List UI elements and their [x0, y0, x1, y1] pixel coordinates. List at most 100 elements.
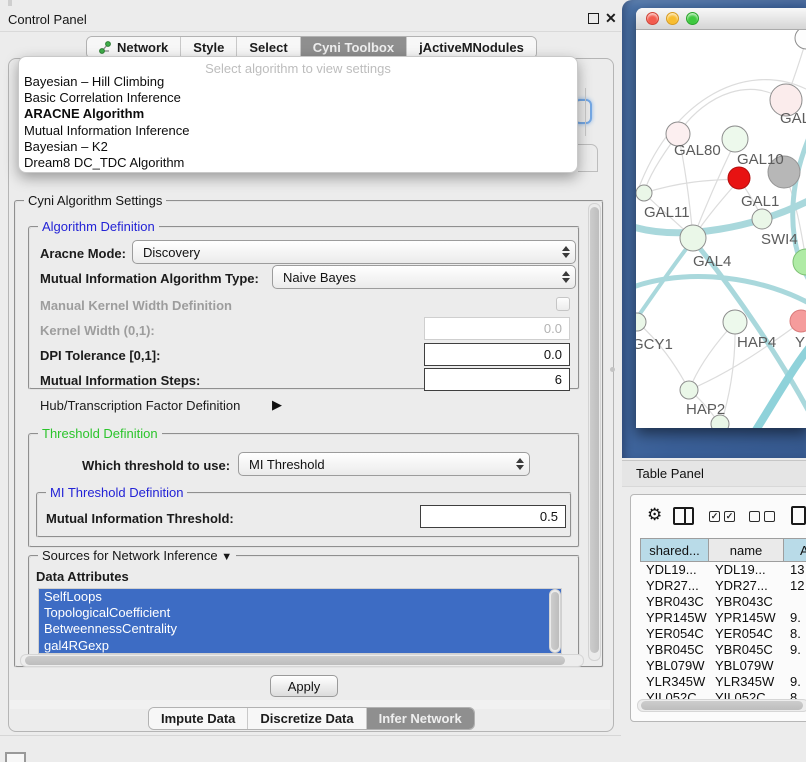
- hidden-panel-edge-fragment: [585, 88, 586, 136]
- mi-threshold-label: Mutual Information Threshold:: [46, 511, 234, 526]
- mi-steps-field[interactable]: 6: [424, 368, 570, 391]
- node-label-swi4: SWI4: [761, 231, 798, 248]
- table-row[interactable]: YBL079WYBL079W: [640, 658, 806, 674]
- attributes-scrollbar[interactable]: [549, 589, 561, 653]
- settings-horizontal-scrollbar[interactable]: [20, 654, 584, 667]
- aracne-mode-value: Discovery: [133, 245, 557, 260]
- tab-jactivemnodules[interactable]: jActiveMNodules: [406, 37, 536, 58]
- dropdown-item-dream8[interactable]: Dream8 DC_TDC Algorithm: [19, 155, 577, 171]
- column-header-shared-name[interactable]: shared...: [640, 538, 709, 562]
- hub-definition-label[interactable]: Hub/Transcription Factor Definition: [40, 398, 240, 413]
- node-gal4: [680, 225, 706, 251]
- application-screen: Control Panel ✕ Network Style Select Cyn…: [0, 0, 806, 762]
- tab-infer-network[interactable]: Infer Network: [366, 708, 474, 729]
- settings-vertical-scrollbar[interactable]: [588, 203, 601, 661]
- close-panel-icon[interactable]: ✕: [605, 13, 617, 24]
- table-row[interactable]: YDR27...YDR27...12: [640, 578, 806, 594]
- node-label-gcy1: GCY1: [636, 336, 673, 353]
- dropdown-item-mutual-information[interactable]: Mutual Information Inference: [19, 123, 577, 139]
- tab-select[interactable]: Select: [236, 37, 299, 58]
- network-window: GAL GAL80 GAL10 GAL1 GAL11 SWI4 GAL4 GCY…: [636, 8, 806, 428]
- split-columns-icon[interactable]: [673, 507, 694, 525]
- dropdown-item-basic-correlation[interactable]: Basic Correlation Inference: [19, 90, 577, 106]
- list-item-gal4rgexp[interactable]: gal4RGexp: [39, 638, 561, 654]
- algorithm-dropdown: Select algorithm to view settings Bayesi…: [18, 56, 578, 173]
- dropdown-item-bayesian-k2[interactable]: Bayesian – K2: [19, 139, 577, 155]
- combo-spinner-icon: [557, 246, 575, 258]
- table-row[interactable]: YLR345WYLR345W9.: [640, 674, 806, 690]
- table-row[interactable]: YDL19...YDL19...13: [640, 562, 806, 578]
- minimized-panel-icon[interactable]: [5, 752, 26, 762]
- float-window-icon[interactable]: [588, 13, 599, 24]
- table-horizontal-scrollbar[interactable]: [637, 699, 806, 712]
- zoom-window-icon[interactable]: [686, 12, 699, 25]
- cyni-bottom-tabs: Impute Data Discretize Data Infer Networ…: [148, 707, 475, 730]
- expand-arrow-icon[interactable]: ▶: [272, 397, 282, 413]
- cyni-algorithm-settings-title: Cyni Algorithm Settings: [24, 193, 166, 208]
- node-label-hap2: HAP2: [686, 401, 725, 418]
- network-canvas[interactable]: GAL GAL80 GAL10 GAL1 GAL11 SWI4 GAL4 GCY…: [636, 30, 806, 428]
- tab-network[interactable]: Network: [87, 37, 180, 58]
- control-panel-top-notch: [8, 0, 12, 6]
- dpi-tolerance-label: DPI Tolerance [0,1]:: [40, 348, 160, 363]
- header-divider: [0, 31, 621, 32]
- list-item-betweennesscentrality[interactable]: BetweennessCentrality: [39, 621, 561, 637]
- tab-impute-data[interactable]: Impute Data: [149, 708, 247, 729]
- panel-splitter-handle[interactable]: [610, 367, 615, 372]
- table-row[interactable]: YBR043CYBR043C: [640, 594, 806, 610]
- data-attributes-label: Data Attributes: [36, 569, 129, 584]
- minimize-window-icon[interactable]: [666, 12, 679, 25]
- table-row[interactable]: YBR045CYBR045C9.: [640, 642, 806, 658]
- manual-kernel-width-checkbox[interactable]: [556, 297, 570, 311]
- mi-algorithm-type-combo[interactable]: Naive Bayes: [272, 265, 576, 289]
- list-item-topologicalcoefficient[interactable]: TopologicalCoefficient: [39, 605, 561, 621]
- dpi-tolerance-field[interactable]: 0.0: [424, 343, 570, 366]
- network-window-frame: GAL GAL80 GAL10 GAL1 GAL11 SWI4 GAL4 GCY…: [622, 0, 806, 458]
- tab-discretize-data[interactable]: Discretize Data: [247, 708, 365, 729]
- select-all-columns-icon[interactable]: ✓ ✓: [709, 511, 735, 522]
- node-label-gal1: GAL1: [741, 193, 779, 210]
- aracne-mode-combo[interactable]: Discovery: [132, 240, 576, 264]
- column-header-name[interactable]: name: [709, 538, 784, 562]
- network-graph: [636, 30, 806, 428]
- apply-button[interactable]: Apply: [270, 675, 338, 697]
- node-label-y-partial: Y: [795, 334, 805, 351]
- node-gal11: [636, 185, 652, 201]
- kernel-width-label: Kernel Width (0,1):: [40, 323, 155, 338]
- mi-threshold-definition-title: MI Threshold Definition: [46, 485, 187, 500]
- table-panel-title: Table Panel: [636, 466, 704, 481]
- node-label-hap4: HAP4: [737, 334, 776, 351]
- list-item-selfloops[interactable]: SelfLoops: [39, 589, 561, 605]
- tab-style[interactable]: Style: [180, 37, 236, 58]
- node-gal1: [752, 209, 772, 229]
- sources-title[interactable]: Sources for Network Inference ▼: [38, 548, 236, 563]
- kernel-width-field[interactable]: 0.0: [424, 317, 570, 340]
- data-attributes-list[interactable]: SelfLoops TopologicalCoefficient Between…: [38, 588, 562, 654]
- table-row[interactable]: YPR145WYPR145W9.: [640, 610, 806, 626]
- export-table-icon[interactable]: [791, 506, 806, 525]
- dropdown-item-bayesian-hill-climbing[interactable]: Bayesian – Hill Climbing: [19, 74, 577, 90]
- close-window-icon[interactable]: [646, 12, 659, 25]
- deselect-all-columns-icon[interactable]: [749, 511, 775, 522]
- node-hap4: [723, 310, 747, 334]
- control-panel: Control Panel ✕ Network Style Select Cyn…: [0, 0, 621, 762]
- which-threshold-label: Which threshold to use:: [82, 458, 230, 473]
- column-header-partial[interactable]: A: [784, 538, 806, 562]
- mi-algorithm-type-label: Mutual Information Algorithm Type:: [40, 271, 259, 286]
- which-threshold-combo[interactable]: MI Threshold: [238, 452, 530, 476]
- mi-threshold-field[interactable]: 0.5: [420, 505, 566, 528]
- tab-cyni-toolbox[interactable]: Cyni Toolbox: [300, 37, 406, 58]
- dropdown-item-aracne[interactable]: ARACNE Algorithm: [19, 106, 577, 122]
- mi-steps-label: Mutual Information Steps:: [40, 373, 200, 388]
- collapse-arrow-icon[interactable]: ▼: [221, 551, 232, 563]
- aracne-mode-label: Aracne Mode:: [40, 246, 126, 261]
- dropdown-prompt: Select algorithm to view settings: [19, 57, 577, 74]
- node-red: [728, 167, 750, 189]
- table-row[interactable]: YER054CYER054C8.: [640, 626, 806, 642]
- combo-spinner-icon: [557, 271, 575, 283]
- combo-spinner-icon: [511, 458, 529, 470]
- node-green-bright: [793, 249, 806, 275]
- gear-icon[interactable]: ⚙: [647, 506, 662, 523]
- network-window-titlebar[interactable]: [636, 8, 806, 30]
- manual-kernel-width-label: Manual Kernel Width Definition: [40, 298, 232, 313]
